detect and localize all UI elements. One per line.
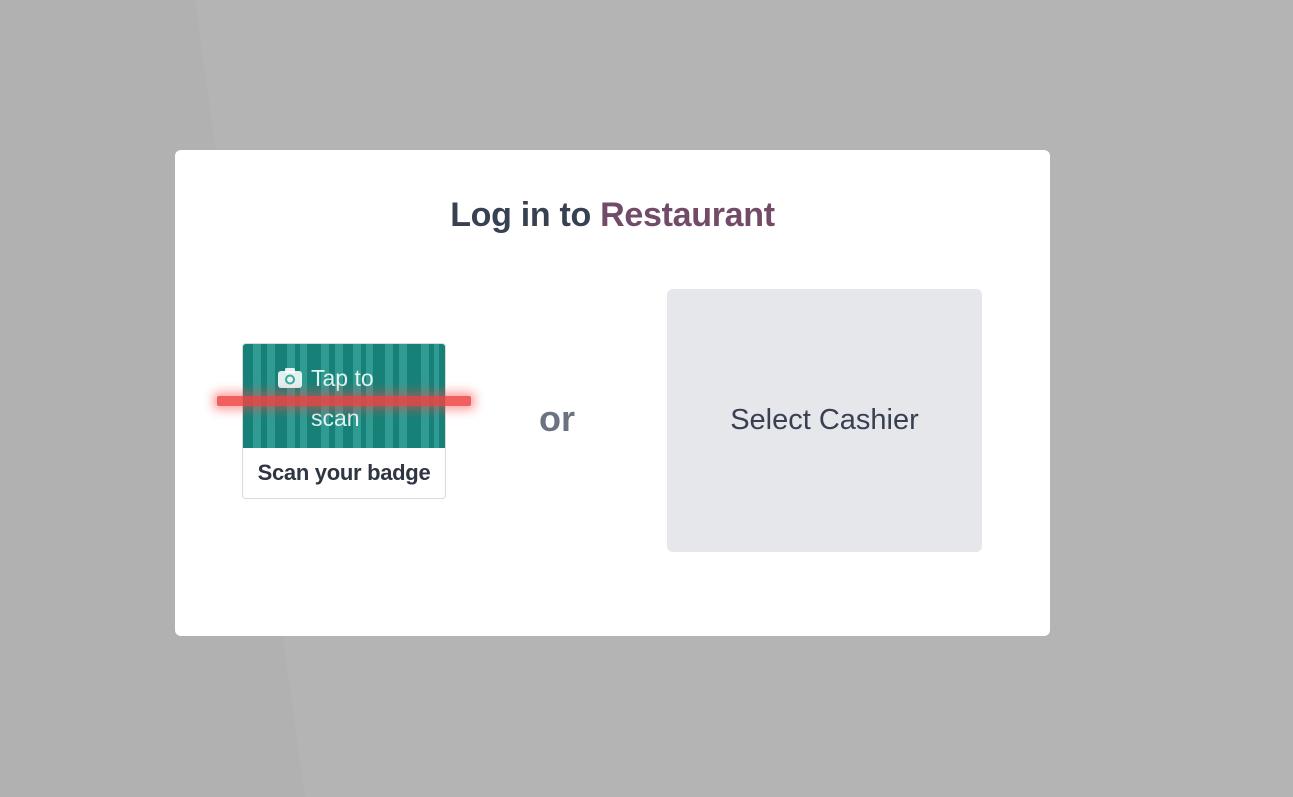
scan-badge-label: Scan your badge bbox=[257, 460, 431, 485]
title-prefix: Log in to bbox=[450, 196, 592, 234]
page-title: Log in to Restaurant bbox=[175, 196, 1050, 235]
title-brand: Restaurant bbox=[600, 196, 775, 234]
login-dialog: Log in to Restaurant Tap to scan Scan yo… bbox=[175, 150, 1050, 636]
scan-laser-line bbox=[217, 396, 471, 406]
scan-badge-button[interactable]: Tap to scan Scan your badge bbox=[217, 343, 471, 499]
camera-icon bbox=[277, 361, 303, 401]
or-separator: or bbox=[539, 398, 575, 439]
select-cashier-button[interactable]: Select Cashier bbox=[667, 289, 982, 552]
